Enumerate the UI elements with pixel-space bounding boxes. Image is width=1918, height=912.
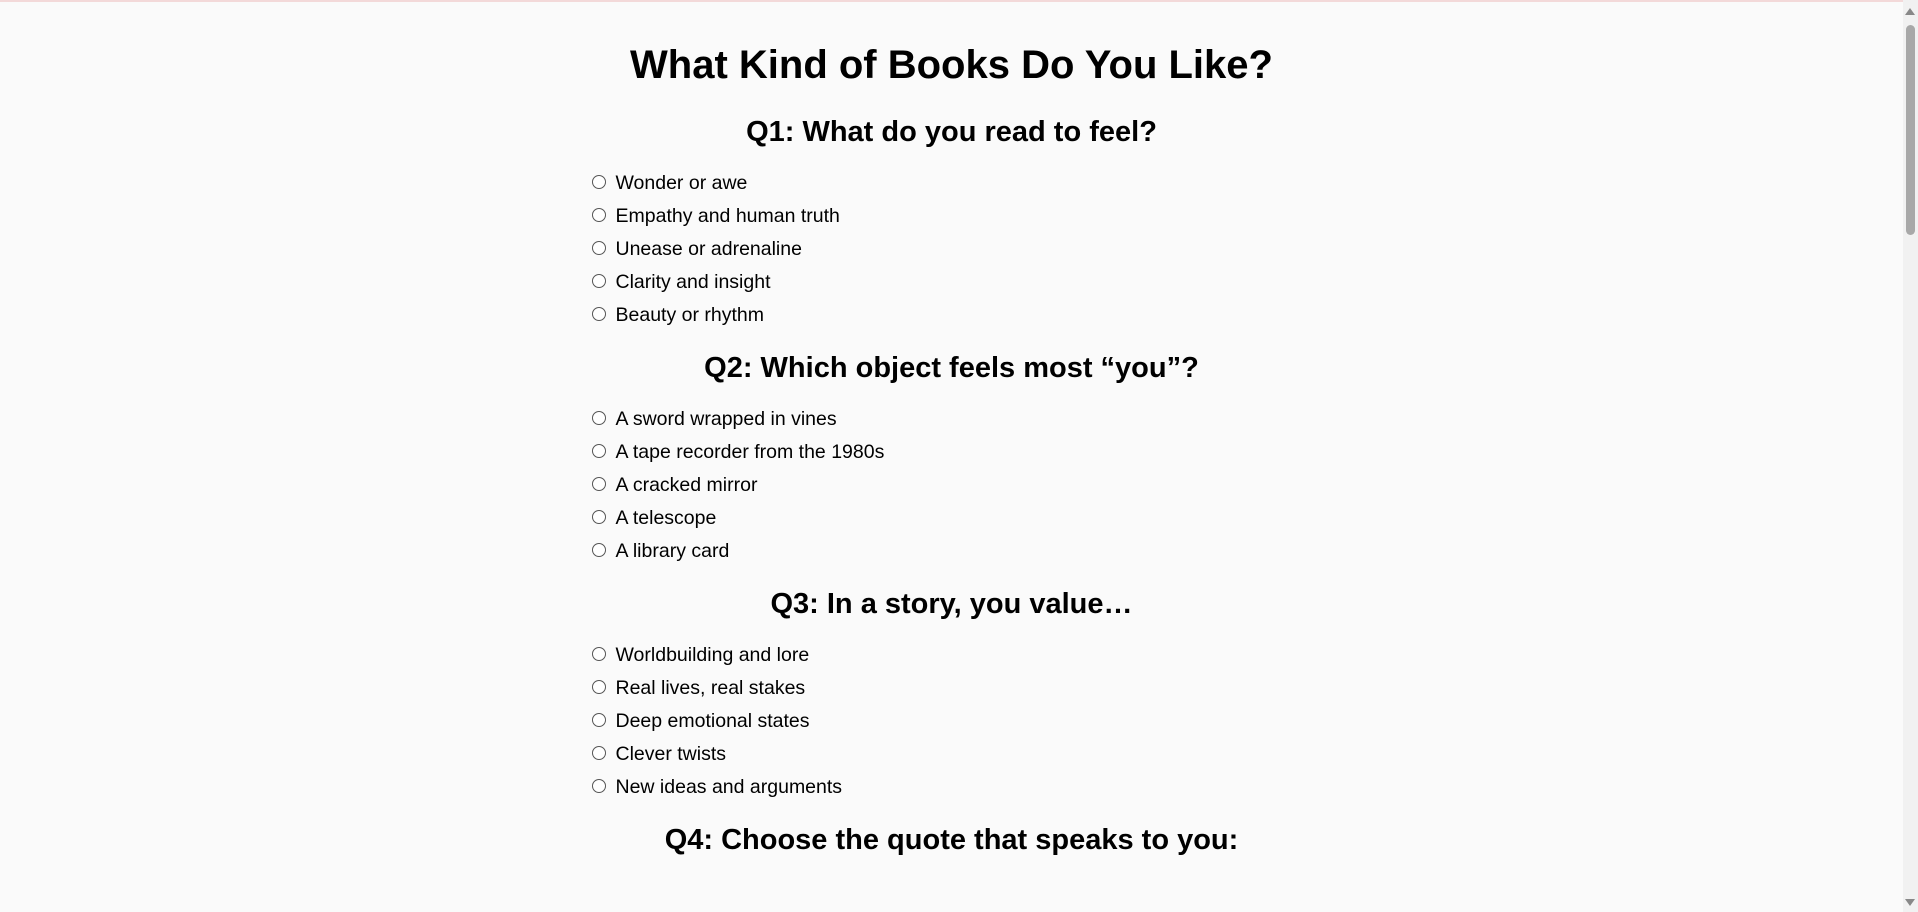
radio-button[interactable] — [591, 779, 606, 793]
quiz-container: What Kind of Books Do You Like? Q1: What… — [591, 0, 1312, 858]
page-title: What Kind of Books Do You Like? — [630, 43, 1273, 87]
option-telescope[interactable]: A telescope — [591, 502, 1312, 535]
option-tape-recorder[interactable]: A tape recorder from the 1980s — [591, 436, 1312, 469]
page-content: What Kind of Books Do You Like? Q1: What… — [0, 0, 1903, 912]
vertical-scrollbar[interactable] — [1903, 0, 1918, 912]
option-real-lives[interactable]: Real lives, real stakes — [591, 672, 1312, 705]
option-label: A sword wrapped in vines — [615, 408, 837, 430]
question-2: Q2: Which object feels most “you”? A swo… — [591, 350, 1312, 568]
scroll-down-arrow-icon[interactable] — [1905, 899, 1915, 906]
radio-button[interactable] — [591, 477, 606, 491]
radio-button[interactable] — [591, 647, 606, 661]
radio-button[interactable] — [591, 680, 606, 694]
option-label: Real lives, real stakes — [615, 677, 806, 699]
options-list: A sword wrapped in vines A tape recorder… — [591, 403, 1312, 568]
option-worldbuilding[interactable]: Worldbuilding and lore — [591, 639, 1312, 672]
option-clarity[interactable]: Clarity and insight — [591, 266, 1312, 299]
option-empathy[interactable]: Empathy and human truth — [591, 200, 1312, 233]
radio-button[interactable] — [591, 241, 606, 255]
question-title: Q1: What do you read to feel? — [746, 116, 1157, 148]
option-label: Clever twists — [615, 743, 727, 765]
options-list: Wonder or awe Empathy and human truth Un… — [591, 167, 1312, 332]
radio-button[interactable] — [591, 444, 606, 458]
option-wonder[interactable]: Wonder or awe — [591, 167, 1312, 200]
scrollbar-thumb[interactable] — [1906, 25, 1915, 235]
option-emotional-states[interactable]: Deep emotional states — [591, 705, 1312, 738]
option-library-card[interactable]: A library card — [591, 535, 1312, 568]
question-3: Q3: In a story, you value… Worldbuilding… — [591, 586, 1312, 804]
option-unease[interactable]: Unease or adrenaline — [591, 233, 1312, 266]
option-label: A cracked mirror — [615, 474, 758, 496]
radio-button[interactable] — [591, 175, 606, 189]
option-beauty[interactable]: Beauty or rhythm — [591, 299, 1312, 332]
option-label: Unease or adrenaline — [615, 238, 802, 260]
option-label: Empathy and human truth — [615, 205, 840, 227]
radio-button[interactable] — [591, 307, 606, 321]
options-list: Worldbuilding and lore Real lives, real … — [591, 639, 1312, 804]
option-cracked-mirror[interactable]: A cracked mirror — [591, 469, 1312, 502]
option-label: Clarity and insight — [615, 271, 771, 293]
radio-button[interactable] — [591, 274, 606, 288]
top-border — [0, 0, 1903, 2]
option-clever-twists[interactable]: Clever twists — [591, 738, 1312, 771]
option-sword[interactable]: A sword wrapped in vines — [591, 403, 1312, 436]
radio-button[interactable] — [591, 411, 606, 425]
option-label: Beauty or rhythm — [615, 304, 764, 326]
radio-button[interactable] — [591, 746, 606, 760]
radio-button[interactable] — [591, 543, 606, 557]
option-label: Deep emotional states — [615, 710, 810, 732]
question-1: Q1: What do you read to feel? Wonder or … — [591, 114, 1312, 332]
option-label: A library card — [615, 540, 730, 562]
option-label: New ideas and arguments — [615, 776, 843, 798]
scroll-up-arrow-icon[interactable] — [1905, 8, 1915, 15]
option-new-ideas[interactable]: New ideas and arguments — [591, 771, 1312, 804]
radio-button[interactable] — [591, 713, 606, 727]
question-4: Q4: Choose the quote that speaks to you: — [592, 822, 1312, 858]
question-title: Q4: Choose the quote that speaks to you: — [664, 824, 1239, 856]
option-label: A telescope — [615, 507, 717, 529]
question-title: Q3: In a story, you value… — [770, 588, 1133, 620]
option-label: A tape recorder from the 1980s — [615, 441, 885, 463]
option-label: Wonder or awe — [615, 172, 748, 194]
radio-button[interactable] — [591, 510, 606, 524]
option-label: Worldbuilding and lore — [615, 644, 810, 666]
radio-button[interactable] — [591, 208, 606, 222]
question-title: Q2: Which object feels most “you”? — [704, 352, 1199, 384]
